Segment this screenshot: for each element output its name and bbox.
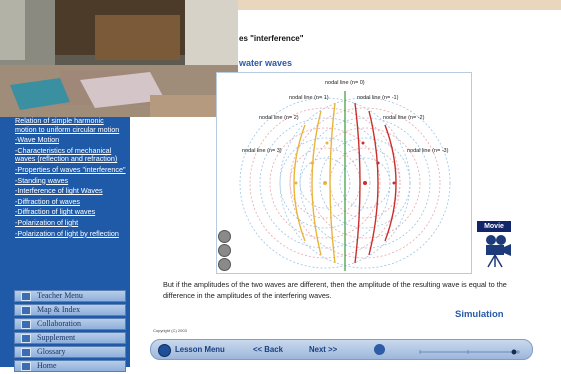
copyright-text: Copyright (C) 2003 bbox=[153, 328, 187, 333]
simulation-link[interactable]: Simulation bbox=[455, 309, 504, 320]
next-button[interactable]: Next >> bbox=[309, 345, 337, 354]
sidebar-link[interactable]: -Properties of waves "interference" bbox=[15, 165, 127, 175]
map-icon bbox=[21, 305, 31, 315]
pause-icon[interactable] bbox=[218, 244, 231, 257]
section-subtitle: water waves bbox=[239, 58, 293, 68]
sidebar-menu: Teacher Menu Map & Index Collaboration S… bbox=[14, 290, 126, 374]
sidebar: Relation of simple harmonic motion to un… bbox=[0, 116, 130, 372]
nodal-label-n3: nodal line (n= 3) bbox=[242, 148, 282, 154]
page-title: es "interference" bbox=[239, 34, 304, 43]
volume-slider[interactable] bbox=[418, 342, 523, 356]
movie-button[interactable]: Movie bbox=[476, 220, 516, 268]
collaboration-icon bbox=[21, 319, 31, 329]
speaker-icon[interactable] bbox=[374, 344, 385, 355]
lesson-menu-button[interactable]: Lesson Menu bbox=[175, 345, 225, 354]
sidebar-link[interactable]: -Diffraction of light waves bbox=[15, 208, 127, 217]
sidebar-link[interactable]: Relation of simple harmonic motion to un… bbox=[15, 116, 127, 134]
play-icon[interactable] bbox=[218, 230, 231, 243]
nodal-label-nm3: nodal line (n= -3) bbox=[407, 148, 449, 154]
lesson-menu-icon[interactable] bbox=[158, 344, 171, 357]
glossary-icon bbox=[21, 347, 31, 357]
movie-label: Movie bbox=[476, 220, 512, 233]
stop-icon[interactable] bbox=[218, 258, 231, 271]
lesson-navbar: Lesson Menu << Back Next >> bbox=[150, 339, 533, 360]
sidebar-link[interactable]: -Standing waves bbox=[15, 176, 127, 186]
teacher-menu-button[interactable]: Teacher Menu bbox=[14, 290, 126, 302]
sidebar-link[interactable]: -Interference of light Waves bbox=[15, 187, 127, 196]
sidebar-link[interactable]: -Diffraction of waves bbox=[15, 197, 127, 207]
nodal-label-n0: nodal line (n= 0) bbox=[325, 80, 365, 86]
back-button[interactable]: << Back bbox=[253, 345, 283, 354]
map-index-button[interactable]: Map & Index bbox=[14, 304, 126, 316]
home-button[interactable]: Home bbox=[14, 360, 126, 372]
nodal-label-n1: nodal line (n= 1) bbox=[289, 95, 329, 101]
nodal-label-n2: nodal line (n= 2) bbox=[259, 115, 299, 121]
sidebar-link[interactable]: -Characteristics of mechanical waves (re… bbox=[15, 146, 127, 164]
home-icon bbox=[21, 361, 31, 371]
camera-icon bbox=[486, 235, 511, 268]
nodal-label-nm2: nodal line (n= -2) bbox=[383, 115, 425, 121]
sidebar-link[interactable]: -Wave Motion bbox=[15, 136, 127, 145]
supplement-button[interactable]: Supplement bbox=[14, 332, 126, 344]
interference-figure: nodal line (n= 0) nodal line (n= 1) noda… bbox=[216, 72, 472, 274]
collaboration-button[interactable]: Collaboration bbox=[14, 318, 126, 330]
glossary-button[interactable]: Glossary bbox=[14, 346, 126, 358]
sidebar-link[interactable]: -Polarization of light bbox=[15, 218, 127, 228]
supplement-icon bbox=[21, 333, 31, 343]
sidebar-link[interactable]: -Polarization of light by reflection bbox=[15, 229, 127, 239]
teacher-icon bbox=[21, 291, 31, 301]
video-photo bbox=[0, 0, 238, 117]
nodal-label-nm1: nodal line (n= -1) bbox=[357, 95, 399, 101]
caption-text: But if the amplitudes of the two waves a… bbox=[163, 280, 507, 300]
sidebar-links: Relation of simple harmonic motion to un… bbox=[15, 116, 127, 240]
